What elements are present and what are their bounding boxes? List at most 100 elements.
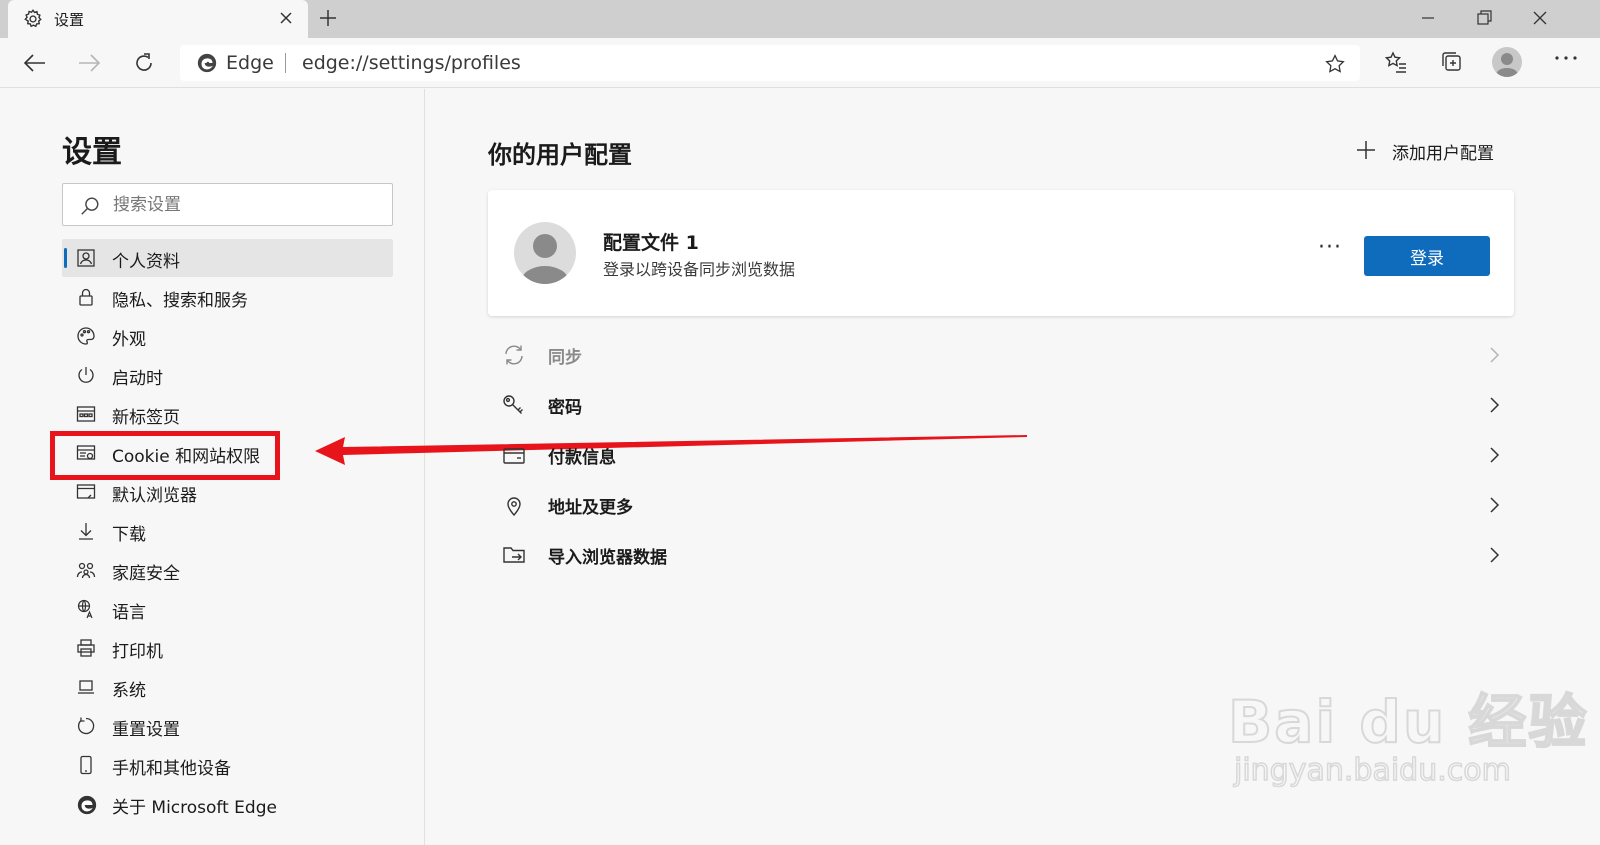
sidebar-item-appearance[interactable]: 外观: [62, 317, 393, 355]
profile-name: 配置文件 1: [603, 232, 699, 254]
more-menu-icon[interactable]: [1554, 54, 1578, 62]
chevron-right-icon: [1488, 396, 1500, 414]
settings-row-import[interactable]: 导入浏览器数据: [488, 530, 1514, 580]
browser-window-icon: [76, 482, 96, 502]
sidebar-heading: 设置: [62, 135, 122, 170]
watermark-url: jingyan.baidu.com: [1233, 752, 1511, 789]
import-folder-icon: [502, 544, 526, 566]
row-label: 同步: [548, 348, 582, 368]
annotation-highlight-box: [50, 431, 280, 480]
back-icon[interactable]: [22, 51, 48, 75]
profile-more-button[interactable]: ···: [1318, 235, 1342, 260]
sidebar-item-label: 手机和其他设备: [112, 759, 231, 779]
settings-row-addresses[interactable]: 地址及更多: [488, 480, 1514, 530]
sidebar-item-about[interactable]: 关于 Microsoft Edge: [62, 785, 393, 823]
collections-icon[interactable]: [1440, 50, 1464, 74]
address-brand: Edge: [226, 52, 274, 74]
row-label: 导入浏览器数据: [548, 548, 667, 568]
settings-row-sync[interactable]: 同步: [488, 330, 1514, 380]
sidebar-item-languages[interactable]: 语言: [62, 590, 393, 628]
tab-settings[interactable]: 设置: [8, 0, 308, 38]
sidebar-item-profiles[interactable]: 个人资料: [62, 239, 393, 277]
search-input[interactable]: [113, 193, 373, 217]
watermark-logo: Bai du 经验: [1227, 687, 1589, 757]
row-label: 地址及更多: [548, 498, 633, 518]
refresh-icon[interactable]: [132, 51, 156, 75]
edge-logo-icon: [196, 52, 218, 74]
sidebar-item-label: 下载: [112, 525, 146, 545]
row-label: 密码: [548, 398, 582, 418]
family-icon: [76, 560, 96, 580]
row-label: 付款信息: [548, 448, 616, 468]
sidebar-item-reset[interactable]: 重置设置: [62, 707, 393, 745]
chevron-right-icon: [1488, 346, 1500, 364]
avatar: [514, 222, 576, 284]
title-bar: 设置: [0, 0, 1600, 38]
plus-icon: [1356, 140, 1376, 160]
favorites-icon[interactable]: [1384, 50, 1408, 74]
sidebar-item-label: 外观: [112, 330, 146, 350]
wallet-icon: [502, 444, 526, 466]
profile-avatar-button[interactable]: [1492, 47, 1522, 77]
address-separator: [285, 53, 286, 73]
search-box[interactable]: [62, 183, 393, 226]
sidebar-item-label: 个人资料: [112, 252, 180, 272]
close-window-icon[interactable]: [1530, 8, 1550, 28]
profile-description: 登录以跨设备同步浏览数据: [603, 260, 796, 279]
profile-card: 配置文件 1 登录以跨设备同步浏览数据 ··· 登录: [488, 190, 1514, 316]
profile-icon: [76, 248, 96, 268]
sidebar-item-label: 系统: [112, 681, 146, 701]
close-tab-icon[interactable]: [278, 10, 294, 26]
sidebar-item-label: 语言: [112, 603, 146, 623]
search-icon: [79, 195, 101, 217]
reset-icon: [76, 716, 96, 736]
newtab-page-icon: [76, 404, 96, 424]
favorite-star-icon[interactable]: [1324, 53, 1346, 75]
chevron-right-icon: [1488, 546, 1500, 564]
sidebar-item-label: 启动时: [112, 369, 163, 389]
key-icon: [502, 394, 526, 416]
sidebar-item-system[interactable]: 系统: [62, 668, 393, 706]
phone-icon: [76, 755, 96, 775]
sidebar-item-label: 默认浏览器: [112, 486, 197, 506]
restore-icon[interactable]: [1474, 8, 1494, 28]
sidebar-item-label: 重置设置: [112, 720, 180, 740]
sidebar-item-printers[interactable]: 打印机: [62, 629, 393, 667]
edge-logo-icon: [76, 794, 98, 816]
lock-icon: [76, 287, 96, 307]
sidebar-item-startup[interactable]: 启动时: [62, 356, 393, 394]
printer-icon: [76, 638, 96, 658]
sidebar-item-label: 关于 Microsoft Edge: [112, 798, 277, 818]
power-icon: [76, 365, 96, 385]
sidebar-item-downloads[interactable]: 下载: [62, 512, 393, 550]
address-url[interactable]: edge://settings/profiles: [302, 52, 521, 74]
tab-title: 设置: [54, 11, 85, 29]
add-profile-label: 添加用户配置: [1392, 144, 1494, 164]
settings-row-passwords[interactable]: 密码: [488, 380, 1514, 430]
new-tab-icon[interactable]: [318, 8, 338, 28]
forward-icon[interactable]: [76, 51, 102, 75]
sidebar-item-label: 新标签页: [112, 408, 180, 428]
sidebar-item-privacy[interactable]: 隐私、搜索和服务: [62, 278, 393, 316]
address-bar[interactable]: Edge edge://settings/profiles: [180, 45, 1360, 81]
page-title: 你的用户配置: [488, 141, 632, 169]
gear-icon: [22, 8, 44, 30]
toolbar: Edge edge://settings/profiles: [0, 38, 1600, 88]
sync-icon: [502, 344, 526, 366]
chevron-right-icon: [1488, 446, 1500, 464]
sidebar-item-label: 隐私、搜索和服务: [112, 291, 248, 311]
baidu-watermark: Bai du 经验 jingyan.baidu.com: [1227, 675, 1589, 789]
location-pin-icon: [502, 494, 526, 516]
chevron-right-icon: [1488, 496, 1500, 514]
palette-icon: [76, 326, 96, 346]
download-icon: [76, 521, 96, 541]
settings-row-payment[interactable]: 付款信息: [488, 430, 1514, 480]
sign-in-button[interactable]: 登录: [1364, 236, 1490, 276]
sidebar-item-label: 家庭安全: [112, 564, 180, 584]
sidebar-item-family[interactable]: 家庭安全: [62, 551, 393, 589]
language-icon: [76, 599, 96, 619]
sidebar-item-phone[interactable]: 手机和其他设备: [62, 746, 393, 784]
minimize-icon[interactable]: [1418, 8, 1438, 28]
sidebar-item-label: 打印机: [112, 642, 163, 662]
laptop-icon: [76, 677, 96, 697]
